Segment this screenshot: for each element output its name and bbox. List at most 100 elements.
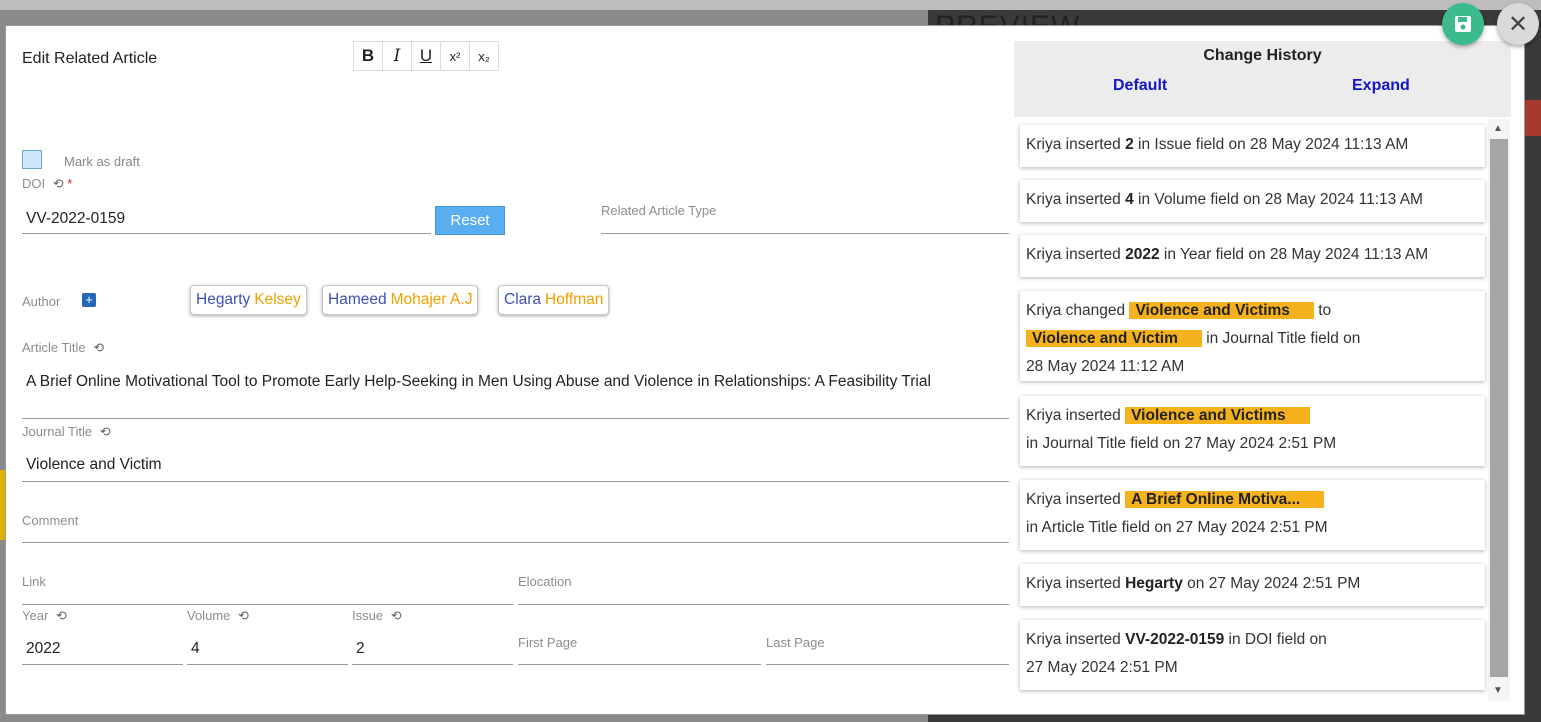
history-entry: Kriya inserted VV-2022-0159 in DOI field…: [1020, 620, 1485, 690]
subscript-button[interactable]: x₂: [470, 42, 498, 70]
entry-user: Kriya: [1026, 575, 1062, 592]
entry-action: inserted: [1065, 491, 1121, 508]
last-page-label: Last Page: [766, 635, 825, 650]
entry-field: on 27 May 2024 2:51 PM: [1187, 575, 1361, 592]
history-icon[interactable]: ⟲: [93, 340, 104, 355]
change-history-title: Change History: [1203, 47, 1322, 64]
entry-action: inserted: [1065, 631, 1121, 648]
year-label: Year: [22, 608, 49, 623]
italic-button[interactable]: I: [383, 42, 412, 70]
reset-button[interactable]: Reset: [435, 206, 505, 235]
entry-new-value: Violence and Victim: [1026, 330, 1202, 347]
volume-label: Volume: [187, 608, 231, 623]
article-title-input[interactable]: A Brief Online Motivational Tool to Prom…: [22, 370, 1009, 419]
entry-value: Violence and Victims: [1125, 407, 1310, 424]
entry-user: Kriya: [1026, 191, 1062, 208]
entry-old-value: Violence and Victims: [1129, 302, 1314, 319]
year-input[interactable]: 2022: [22, 638, 183, 665]
entry-action: inserted: [1065, 136, 1121, 153]
author-label: Author: [22, 294, 61, 309]
entry-date: 28 May 2024 11:12 AM: [1026, 358, 1185, 375]
bold-button[interactable]: B: [354, 42, 383, 70]
entry-value: 2022: [1125, 246, 1160, 263]
entry-user: Kriya: [1026, 491, 1062, 508]
entry-field: in Journal Title field on 27 May 2024 2:…: [1026, 435, 1337, 452]
entry-to: to: [1318, 302, 1332, 319]
author-last-name: Hoffman: [545, 291, 604, 308]
scroll-down-arrow-icon[interactable]: ▼: [1493, 685, 1503, 696]
journal-title-label: Journal Title: [22, 424, 93, 439]
journal-title-input[interactable]: Violence and Victim: [22, 454, 1009, 482]
entry-action: inserted: [1065, 191, 1121, 208]
change-history-header: Change History Default Expand: [1014, 41, 1511, 117]
entry-field: in Year field on 28 May 2024 11:13 AM: [1163, 246, 1429, 263]
author-first-name: Clara: [504, 291, 542, 308]
comment-input[interactable]: [22, 531, 1009, 543]
entry-field: in DOI field on: [1228, 631, 1327, 648]
entry-value: VV-2022-0159: [1125, 631, 1225, 648]
link-label: Link: [22, 574, 46, 589]
expand-link[interactable]: Expand: [1352, 77, 1410, 95]
history-entry: Kriya inserted 4 in Volume field on 28 M…: [1020, 180, 1485, 222]
journal-title-label-row: Journal Title ⟲: [22, 424, 111, 440]
doi-label: DOI: [22, 176, 46, 191]
format-toolbar: B I U x² x₂: [353, 41, 499, 71]
background-topbar: [0, 0, 1541, 10]
entry-user: Kriya: [1026, 302, 1062, 319]
author-chip[interactable]: Hegarty Kelsey: [190, 285, 307, 315]
mark-as-draft-label: Mark as draft: [64, 154, 140, 169]
underline-button[interactable]: U: [412, 42, 441, 70]
elocation-label: Elocation: [518, 574, 572, 589]
author-last-name: Kelsey: [254, 291, 301, 308]
volume-input[interactable]: 4: [187, 638, 348, 665]
change-history-list: ▲ ▼ Kriya inserted 2 in Issue field on 2…: [1014, 119, 1511, 701]
entry-date: 27 May 2024 2:51 PM: [1026, 659, 1178, 676]
entry-value: A Brief Online Motiva...: [1125, 491, 1325, 508]
default-link[interactable]: Default: [1113, 77, 1167, 95]
issue-input[interactable]: 2: [352, 638, 513, 665]
author-last-name: Mohajer A.J: [390, 291, 473, 308]
author-chip[interactable]: Hameed Mohajer A.J: [322, 285, 479, 315]
add-author-icon[interactable]: +: [82, 293, 96, 307]
link-input[interactable]: [22, 592, 513, 605]
superscript-button[interactable]: x²: [441, 42, 470, 70]
mark-as-draft-checkbox[interactable]: [22, 150, 42, 169]
background-strip: [1525, 100, 1541, 136]
history-entry: Kriya inserted Hegarty on 27 May 2024 2:…: [1020, 564, 1485, 606]
doi-label-row: DOI ⟲ *: [22, 176, 72, 192]
scroll-up-arrow-icon[interactable]: ▲: [1493, 123, 1503, 134]
entry-value: 4: [1125, 191, 1134, 208]
entry-action: inserted: [1065, 246, 1121, 263]
entry-action: inserted: [1065, 407, 1121, 424]
entry-value: 2: [1125, 136, 1134, 153]
comment-label: Comment: [22, 513, 79, 528]
history-icon[interactable]: ⟲: [238, 608, 249, 623]
scrollbar-thumb[interactable]: [1490, 139, 1508, 677]
save-button[interactable]: [1442, 3, 1484, 45]
author-chip[interactable]: Clara Hoffman: [498, 285, 610, 315]
history-entry: Kriya changed Violence and Victims to Vi…: [1020, 291, 1485, 381]
related-article-type-select[interactable]: [601, 226, 1009, 234]
article-title-label: Article Title: [22, 340, 86, 355]
first-page-input[interactable]: [518, 653, 761, 665]
edit-related-article-modal: Edit Related Article B I U x² x₂ Mark as…: [5, 25, 1525, 715]
history-entry: Kriya inserted 2 in Issue field on 28 Ma…: [1020, 125, 1485, 167]
first-page-label: First Page: [518, 635, 578, 650]
history-icon[interactable]: ⟲: [53, 176, 64, 191]
last-page-input[interactable]: [766, 653, 1009, 665]
history-icon[interactable]: ⟲: [391, 608, 402, 623]
close-button[interactable]: ✕: [1497, 3, 1539, 45]
author-first-name: Hameed: [328, 291, 387, 308]
history-entry: Kriya inserted A Brief Online Motiva... …: [1020, 480, 1485, 550]
history-entry: Kriya inserted Violence and Victims in J…: [1020, 396, 1485, 466]
volume-label-row: Volume ⟲: [187, 608, 249, 624]
history-icon[interactable]: ⟲: [56, 608, 67, 623]
history-icon[interactable]: ⟲: [100, 424, 111, 439]
entry-field: in Journal Title field on: [1206, 330, 1361, 347]
doi-input[interactable]: VV-2022-0159: [22, 206, 431, 234]
entry-field: in Volume field on 28 May 2024 11:13 AM: [1138, 191, 1423, 208]
change-history-panel: Change History Default Expand ▲ ▼ Kriya …: [1014, 41, 1511, 701]
elocation-input[interactable]: [518, 592, 1009, 605]
entry-field: in Article Title field on 27 May 2024 2:…: [1026, 519, 1328, 536]
entry-user: Kriya: [1026, 246, 1062, 263]
